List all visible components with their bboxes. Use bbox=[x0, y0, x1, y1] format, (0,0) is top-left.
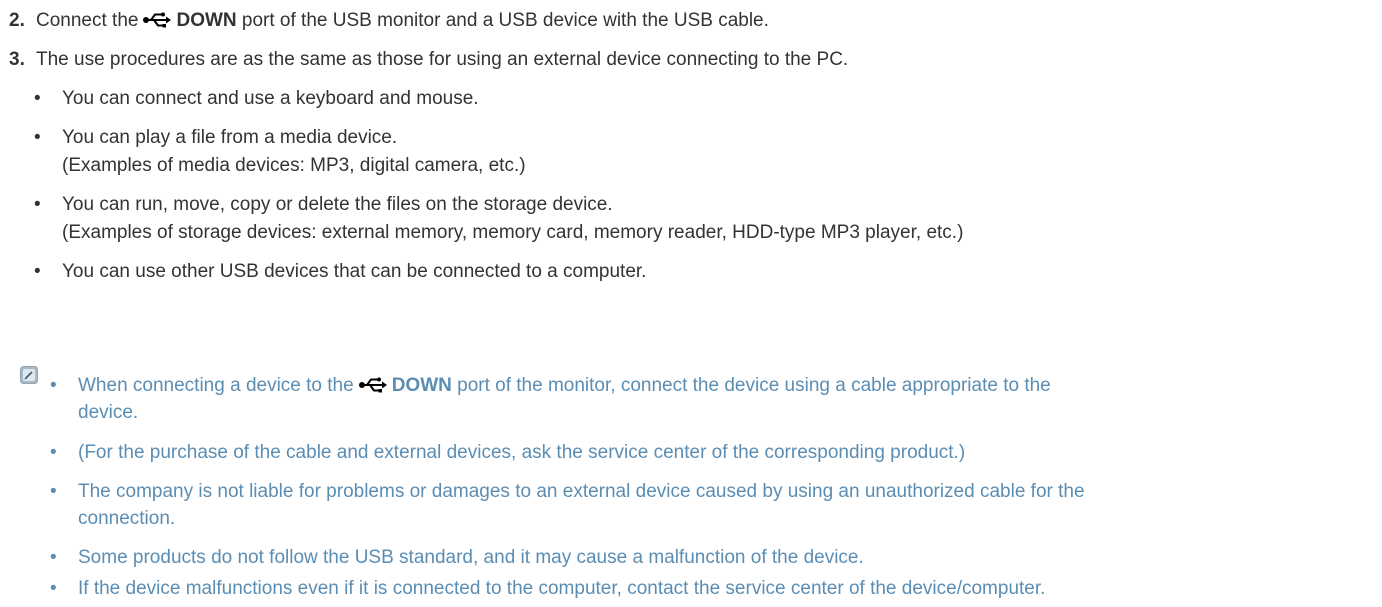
list-item-text: You can use other USB devices that can b… bbox=[62, 261, 647, 282]
manual-page: 2. Connect the DOWN port of the USB monito… bbox=[0, 0, 1382, 607]
note-item: • If the device malfunctions even if it i… bbox=[50, 577, 1045, 601]
note-text-post: port of the monitor, connect the device … bbox=[457, 375, 1051, 396]
note-text: (For the purchase of the cable and exter… bbox=[78, 442, 966, 463]
step-text-pre: Connect the bbox=[36, 10, 139, 31]
note-continuation: device. bbox=[78, 402, 139, 423]
list-item: • You can use other USB devices that can … bbox=[34, 260, 646, 284]
step-number: 3. bbox=[9, 49, 25, 70]
usb-icon bbox=[142, 11, 172, 35]
port-name: DOWN bbox=[176, 10, 237, 31]
note-icon bbox=[20, 366, 38, 384]
list-item: • You can connect and use a keyboard and … bbox=[34, 87, 479, 111]
note-item: • The company is not liable for problems … bbox=[50, 480, 1085, 504]
note-continuation: connection. bbox=[78, 508, 176, 529]
bullet: • bbox=[34, 194, 41, 215]
note-text: The company is not liable for problems o… bbox=[78, 481, 1085, 502]
list-item-text: You can run, move, copy or delete the fi… bbox=[62, 194, 613, 215]
note-text-pre: When connecting a device to the bbox=[78, 375, 354, 396]
step-2: 2. Connect the DOWN port of the USB monito… bbox=[9, 9, 769, 35]
step-text-post: port of the USB monitor and a USB device… bbox=[241, 10, 769, 31]
list-item-continuation: (Examples of media devices: MP3, digital… bbox=[62, 155, 526, 176]
bullet: • bbox=[50, 481, 57, 502]
step-number: 2. bbox=[9, 10, 25, 31]
bullet: • bbox=[34, 88, 41, 109]
list-item: • You can run, move, copy or delete the f… bbox=[34, 193, 613, 217]
bullet: • bbox=[50, 375, 57, 396]
bullet: • bbox=[34, 127, 41, 148]
list-item-text: You can play a file from a media device. bbox=[62, 127, 398, 148]
port-name: DOWN bbox=[391, 375, 452, 396]
list-item-continuation: (Examples of storage devices: external m… bbox=[62, 222, 964, 243]
note-item: • (For the purchase of the cable and exte… bbox=[50, 441, 965, 465]
note-text: Some products do not follow the USB stan… bbox=[78, 547, 864, 568]
step-text: The use procedures are as the same as th… bbox=[36, 49, 849, 70]
list-item: • You can play a file from a media device… bbox=[34, 126, 397, 150]
note-item: • When connecting a device to the DOWN por… bbox=[50, 374, 1051, 400]
step-3: 3. The use procedures are as the same as … bbox=[9, 48, 848, 72]
bullet: • bbox=[50, 578, 57, 599]
bullet: • bbox=[34, 261, 41, 282]
bullet: • bbox=[50, 547, 57, 568]
usb-icon bbox=[358, 376, 388, 400]
note-text: If the device malfunctions even if it is… bbox=[78, 578, 1046, 599]
bullet: • bbox=[50, 442, 57, 463]
note-item: • Some products do not follow the USB sta… bbox=[50, 546, 864, 570]
list-item-text: You can connect and use a keyboard and m… bbox=[62, 88, 479, 109]
